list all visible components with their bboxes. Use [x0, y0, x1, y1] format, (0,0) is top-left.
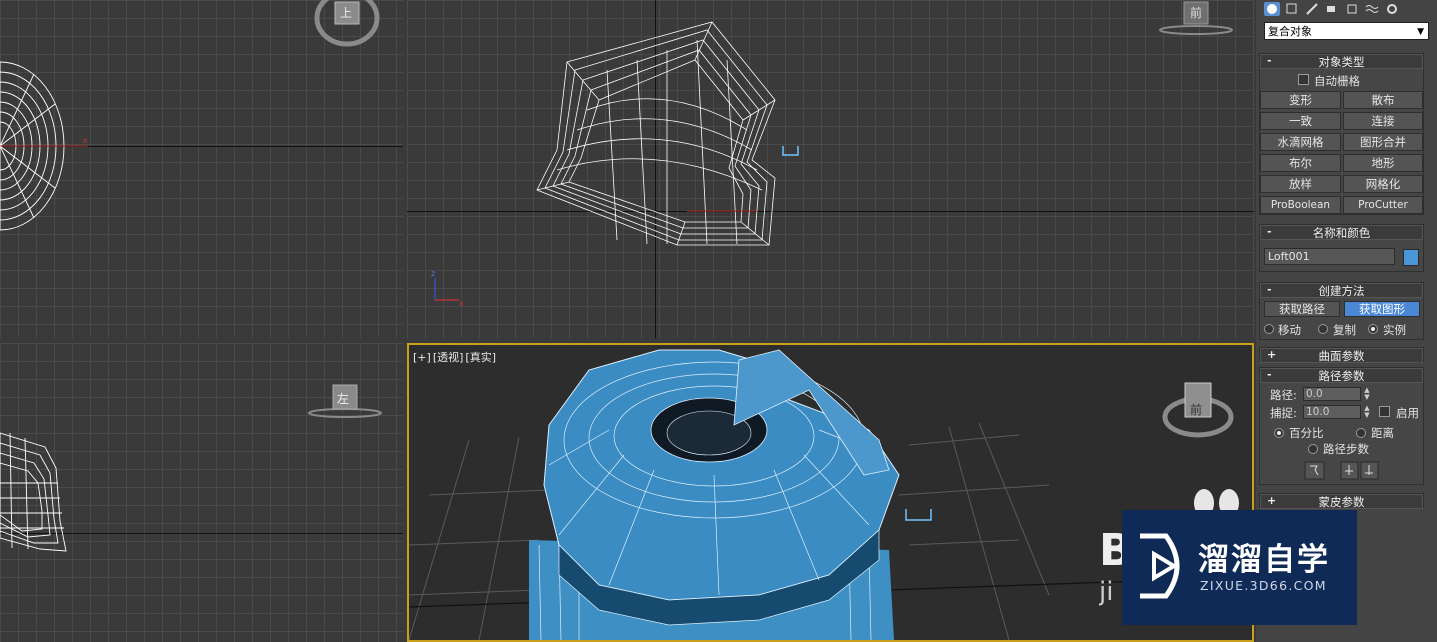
expand-icon: + [1267, 348, 1277, 361]
rollout-object-type-title: 对象类型 [1318, 55, 1365, 69]
get-path-button[interactable]: 获取路径 [1264, 301, 1340, 317]
autogrid-checkbox[interactable] [1298, 74, 1309, 85]
create-tab-icon[interactable] [1264, 2, 1280, 16]
percentage-radio[interactable] [1274, 428, 1284, 438]
front-view-wireframe: z x [431, 21, 799, 308]
next-shape-icon[interactable] [1360, 461, 1380, 481]
lights-tab-icon[interactable] [1304, 2, 1320, 16]
viewcube-perspective-label: 前 [1190, 403, 1203, 417]
snap-spinner[interactable]: 10.0 [1303, 405, 1361, 419]
rollout-surface-params-header[interactable]: + 曲面参数 [1260, 348, 1423, 363]
chevron-down-icon: ▼ [1417, 27, 1424, 37]
viewport-left[interactable]: 左 [0, 343, 403, 642]
rollout-surface-params[interactable]: + 曲面参数 [1259, 347, 1424, 363]
rollout-surface-params-title: 曲面参数 [1318, 349, 1365, 363]
percentage-label: 百分比 [1289, 426, 1324, 440]
expand-icon: + [1267, 494, 1277, 507]
viewcube-top-label: 上 [340, 6, 353, 20]
rollout-object-type-header[interactable]: - 对象类型 [1260, 54, 1423, 69]
cameras-tab-icon[interactable] [1324, 2, 1340, 16]
conform-button[interactable]: 一致 [1260, 112, 1341, 130]
rollout-path-params-header[interactable]: - 路径参数 [1260, 368, 1423, 383]
rollout-creation-method-title: 创建方法 [1318, 284, 1365, 298]
path-steps-radio[interactable] [1308, 444, 1318, 454]
systems-tab-icon[interactable] [1384, 2, 1400, 16]
move-radio[interactable] [1264, 324, 1274, 334]
distance-label: 距离 [1371, 426, 1394, 440]
watermark-text-cn: 溜溜自学 [1198, 542, 1330, 578]
rollout-name-color-title: 名称和颜色 [1312, 226, 1371, 240]
move-radio-label: 移动 [1278, 323, 1301, 337]
collapse-icon: - [1267, 225, 1272, 238]
path-spinner[interactable]: 0.0 [1303, 387, 1361, 401]
category-dropdown[interactable]: 复合对象 ▼ [1264, 22, 1429, 40]
spacewarps-tab-icon[interactable] [1364, 2, 1380, 16]
watermark-text-en: ZIXUE.3D66.COM [1200, 578, 1327, 593]
snap-enable-label: 启用 [1396, 406, 1419, 420]
terrain-button[interactable]: 地形 [1343, 154, 1423, 172]
copy-radio-label: 复制 [1333, 323, 1356, 337]
snap-spinner-arrows[interactable]: ▲ ▼ [1362, 405, 1372, 419]
path-spinner-arrows[interactable]: ▲ ▼ [1362, 387, 1372, 401]
object-color-swatch[interactable] [1403, 249, 1419, 266]
rollout-skin-params[interactable]: + 蒙皮参数 [1259, 493, 1424, 509]
snap-enable-checkbox[interactable] [1379, 406, 1390, 417]
svg-text:z: z [431, 269, 435, 278]
morph-button[interactable]: 变形 [1260, 91, 1341, 109]
rollout-skin-params-title: 蒙皮参数 [1318, 495, 1365, 509]
viewcube-left-label: 左 [337, 392, 350, 406]
procutter-button[interactable]: ProCutter [1343, 196, 1423, 214]
viewcube-front-label: 前 [1190, 6, 1203, 20]
scatter-button[interactable]: 散布 [1343, 91, 1423, 109]
rollout-creation-method-header[interactable]: - 创建方法 [1260, 283, 1423, 298]
instance-radio[interactable] [1368, 324, 1378, 334]
connect-button[interactable]: 连接 [1343, 112, 1423, 130]
distance-radio[interactable] [1356, 428, 1366, 438]
path-label: 路径: [1270, 388, 1297, 402]
get-shape-button[interactable]: 获取图形 [1344, 301, 1420, 317]
instance-radio-label: 实例 [1383, 323, 1406, 337]
helpers-tab-icon[interactable] [1344, 2, 1360, 16]
collapse-icon: - [1267, 283, 1272, 296]
blobmesh-button[interactable]: 水滴网格 [1260, 133, 1341, 151]
autogrid-label: 自动栅格 [1314, 74, 1360, 88]
pick-shape-icon[interactable] [1304, 461, 1326, 481]
watermark-logo-icon [1140, 533, 1180, 599]
path-steps-label: 路径步数 [1323, 442, 1369, 456]
rollout-object-type: - 对象类型 自动栅格 变形 散布 一致 连接 水滴网格 图形合并 布尔 地形 … [1259, 53, 1424, 215]
svg-text:x: x [459, 299, 464, 308]
svg-text:x: x [83, 136, 88, 145]
mesher-button[interactable]: 网格化 [1343, 175, 1423, 193]
category-dropdown-value: 复合对象 [1268, 25, 1312, 38]
rollout-skin-params-header[interactable]: + 蒙皮参数 [1260, 494, 1423, 509]
loft-button[interactable]: 放样 [1260, 175, 1341, 193]
copy-radio[interactable] [1318, 324, 1328, 334]
boolean-button[interactable]: 布尔 [1260, 154, 1341, 172]
rollout-name-color-header[interactable]: - 名称和颜色 [1260, 225, 1423, 240]
collapse-icon: - [1267, 54, 1272, 67]
shapemerge-button[interactable]: 图形合并 [1343, 133, 1423, 151]
snap-label: 捕捉: [1270, 406, 1297, 420]
rollout-creation-method: - 创建方法 获取路径 获取图形 移动 复制 实例 [1259, 282, 1424, 340]
command-panel-tabs [1256, 0, 1437, 18]
svg-text:ji: ji [1099, 577, 1113, 607]
rollout-path-params: - 路径参数 路径: 0.0 ▲ ▼ 捕捉: 10.0 ▲ ▼ 启用 百分比 距离 … [1259, 367, 1424, 485]
collapse-icon: - [1267, 368, 1272, 381]
watermark: 溜溜自学 ZIXUE.3D66.COM [1122, 510, 1357, 625]
viewport-top[interactable]: x 上 [0, 0, 403, 338]
previous-shape-icon[interactable] [1340, 461, 1360, 481]
shapes-tab-icon[interactable] [1284, 2, 1300, 16]
viewport-front[interactable]: z x 前 [407, 0, 1254, 338]
object-name-input[interactable]: Loft001 [1264, 248, 1395, 265]
proboolean-button[interactable]: ProBoolean [1260, 196, 1341, 214]
rollout-path-params-title: 路径参数 [1318, 369, 1365, 383]
